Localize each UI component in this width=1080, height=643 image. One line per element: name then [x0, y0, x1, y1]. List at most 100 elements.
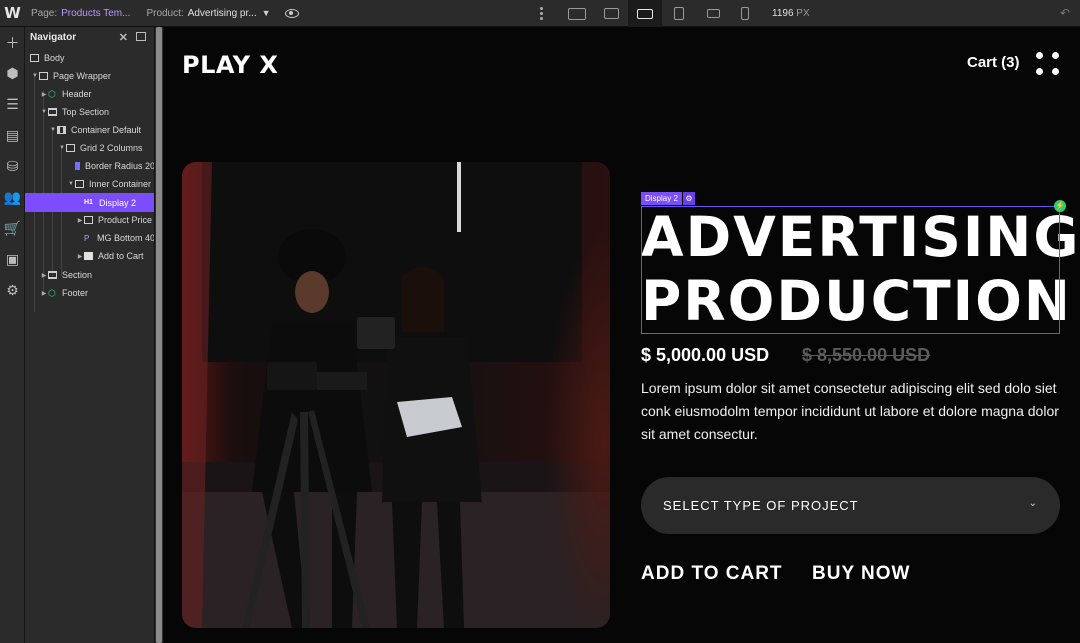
tree-node-footer[interactable]: ▶ ⬡ Footer [25, 284, 154, 302]
breakpoint-1440-button[interactable] [594, 0, 628, 27]
tree-node-label: Display 2 [99, 197, 137, 208]
breakpoint-tablet-button[interactable] [662, 0, 696, 27]
scrollbar-thumb[interactable] [156, 27, 162, 643]
navigator-icon[interactable]: ☰ [0, 89, 25, 120]
breakpoint-landscape-button[interactable] [696, 0, 730, 27]
webflow-logo[interactable]: W [0, 0, 25, 27]
caret-down-icon[interactable]: ▼ [67, 181, 75, 187]
close-icon[interactable]: ✕ [119, 31, 128, 44]
components-icon[interactable]: ⬢ [0, 58, 25, 89]
symbol-component-icon: ⬡ [48, 288, 56, 298]
add-to-cart-icon [84, 252, 93, 260]
heading-h1-icon: H1 [84, 198, 93, 206]
canvas-width-unit: PX [796, 8, 810, 19]
product-image [182, 162, 610, 628]
caret-down-icon[interactable]: ▼ [31, 73, 39, 79]
caret-right-icon[interactable]: ▶ [40, 91, 48, 98]
div-block-icon [84, 216, 93, 224]
tree-node-label: Inner Container [89, 179, 152, 189]
navigator-title: Navigator [30, 31, 77, 43]
selection-label-text: Display 2 [641, 192, 682, 205]
caret-right-icon[interactable]: ▶ [76, 253, 84, 260]
caret-down-icon[interactable]: ▼ [49, 127, 57, 133]
undo-icon[interactable]: ↶ [1060, 6, 1070, 20]
lightning-bolt-icon[interactable]: ⚡ [1054, 200, 1066, 212]
left-toolbar: ＋ ⬢ ☰ ▤ ⛁ 👥 🛒 ▣ ⚙ [0, 27, 25, 643]
tree-node-mg-bottom-40[interactable]: P MG Bottom 40 [25, 229, 155, 247]
tree-node-grid-2-columns[interactable]: ▼ Grid 2 Columns [25, 139, 154, 157]
mobile-portrait-icon [741, 7, 749, 20]
preview-eye-icon[interactable] [284, 8, 299, 18]
design-canvas[interactable]: PLAY X Cart (3) ADVERTISING PRODUCTION D… [164, 27, 1080, 643]
tree-node-section[interactable]: ▶ Section [25, 266, 154, 284]
navigator-panel: Navigator ✕ Body ▼ Page Wrapper ▶ ⬡ Head… [25, 27, 155, 643]
users-icon[interactable]: 👥 [0, 182, 25, 213]
breakpoint-base-button[interactable] [628, 0, 662, 27]
tree-node-container-default[interactable]: ▼ Container Default [25, 121, 154, 139]
tree-node-label: Page Wrapper [53, 71, 111, 81]
breakpoint-1920-button[interactable] [560, 0, 594, 27]
cart-link[interactable]: Cart (3) [967, 54, 1020, 71]
tree-node-page-wrapper[interactable]: ▼ Page Wrapper [25, 67, 154, 85]
page-name: Products Tem... [61, 7, 131, 19]
tree-node-header[interactable]: ▶ ⬡ Header [25, 85, 154, 103]
caret-down-icon[interactable]: ▼ [58, 145, 66, 151]
caret-right-icon[interactable]: ▶ [40, 272, 48, 279]
large-desktop-icon [568, 7, 586, 20]
tree-node-display-2[interactable]: H1 Display 2 [25, 193, 154, 212]
selection-label[interactable]: Display 2 ⚙ [641, 192, 695, 205]
tablet-icon [674, 7, 684, 20]
buy-now-button[interactable]: BUY NOW [812, 563, 910, 585]
tree-node-label: Grid 2 Columns [80, 143, 143, 153]
chevron-down-icon: ▼ [261, 8, 271, 18]
caret-right-icon[interactable]: ▶ [76, 217, 84, 224]
product-name: Advertising pr... [187, 7, 257, 19]
tree-node-label: Border Radius 20 [84, 161, 155, 171]
compare-at-price: $ 8,550.00 USD [802, 345, 931, 365]
paragraph-icon: P [84, 234, 90, 243]
navigator-header: Navigator ✕ [25, 27, 154, 47]
ecommerce-cart-icon[interactable]: 🛒 [0, 213, 25, 244]
project-type-select[interactable]: SELECT TYPE OF PROJECT ⌄ [641, 477, 1060, 534]
breakpoint-portrait-button[interactable] [728, 0, 762, 27]
add-elements-icon[interactable]: ＋ [0, 27, 25, 58]
body-icon [30, 54, 39, 62]
product-label: Product: [146, 7, 184, 19]
assets-icon[interactable]: ▣ [0, 244, 25, 275]
tree-node-inner-container[interactable]: ▼ Inner Container [25, 175, 154, 193]
image-icon [75, 162, 80, 170]
tree-node-add-to-cart[interactable]: ▶ Add to Cart [25, 247, 154, 265]
product-selector[interactable]: Product: Advertising pr... ▼ [140, 0, 276, 27]
tree-node-label: Container Default [71, 125, 142, 135]
settings-gear-icon[interactable]: ⚙ [0, 275, 25, 306]
product-price: $ 5,000.00 USD [641, 345, 770, 365]
dock-panel-icon[interactable] [136, 32, 146, 41]
more-options-icon[interactable] [540, 7, 543, 21]
tree-node-label: Add to Cart [98, 251, 144, 261]
page-selector[interactable]: Page: Products Tem... [25, 0, 136, 27]
navigator-scrollbar[interactable] [155, 27, 164, 643]
pages-icon[interactable]: ▤ [0, 120, 25, 151]
tree-node-label: Footer [62, 288, 89, 298]
site-logo[interactable]: PLAY X [182, 51, 278, 79]
tree-node-top-section[interactable]: ▼ Top Section [25, 103, 154, 121]
caret-right-icon[interactable]: ▶ [40, 290, 48, 297]
gear-icon[interactable]: ⚙ [682, 192, 695, 205]
div-block-icon [66, 144, 75, 152]
menu-dots-icon[interactable] [1036, 52, 1060, 76]
tree-node-label: Product Price [98, 215, 153, 225]
selection-outline [641, 206, 1060, 334]
cms-icon[interactable]: ⛁ [0, 151, 25, 182]
tree-node-product-price[interactable]: ▶ Product Price [25, 211, 154, 229]
div-block-icon [39, 72, 48, 80]
designer-toolbar: W Page: Products Tem... Product: Adverti… [0, 0, 1080, 27]
canvas-width-readout[interactable]: 1196 PX [772, 8, 810, 19]
tree-node-label: MG Bottom 40 [96, 233, 155, 243]
add-to-cart-button[interactable]: ADD TO CART [641, 563, 783, 585]
section-icon [48, 108, 57, 116]
section-icon [48, 271, 57, 279]
caret-down-icon[interactable]: ▼ [40, 109, 48, 115]
tree-node-body[interactable]: Body [25, 49, 154, 67]
tree-node-border-radius[interactable]: Border Radius 20 [25, 157, 155, 175]
desktop-icon [603, 8, 619, 19]
